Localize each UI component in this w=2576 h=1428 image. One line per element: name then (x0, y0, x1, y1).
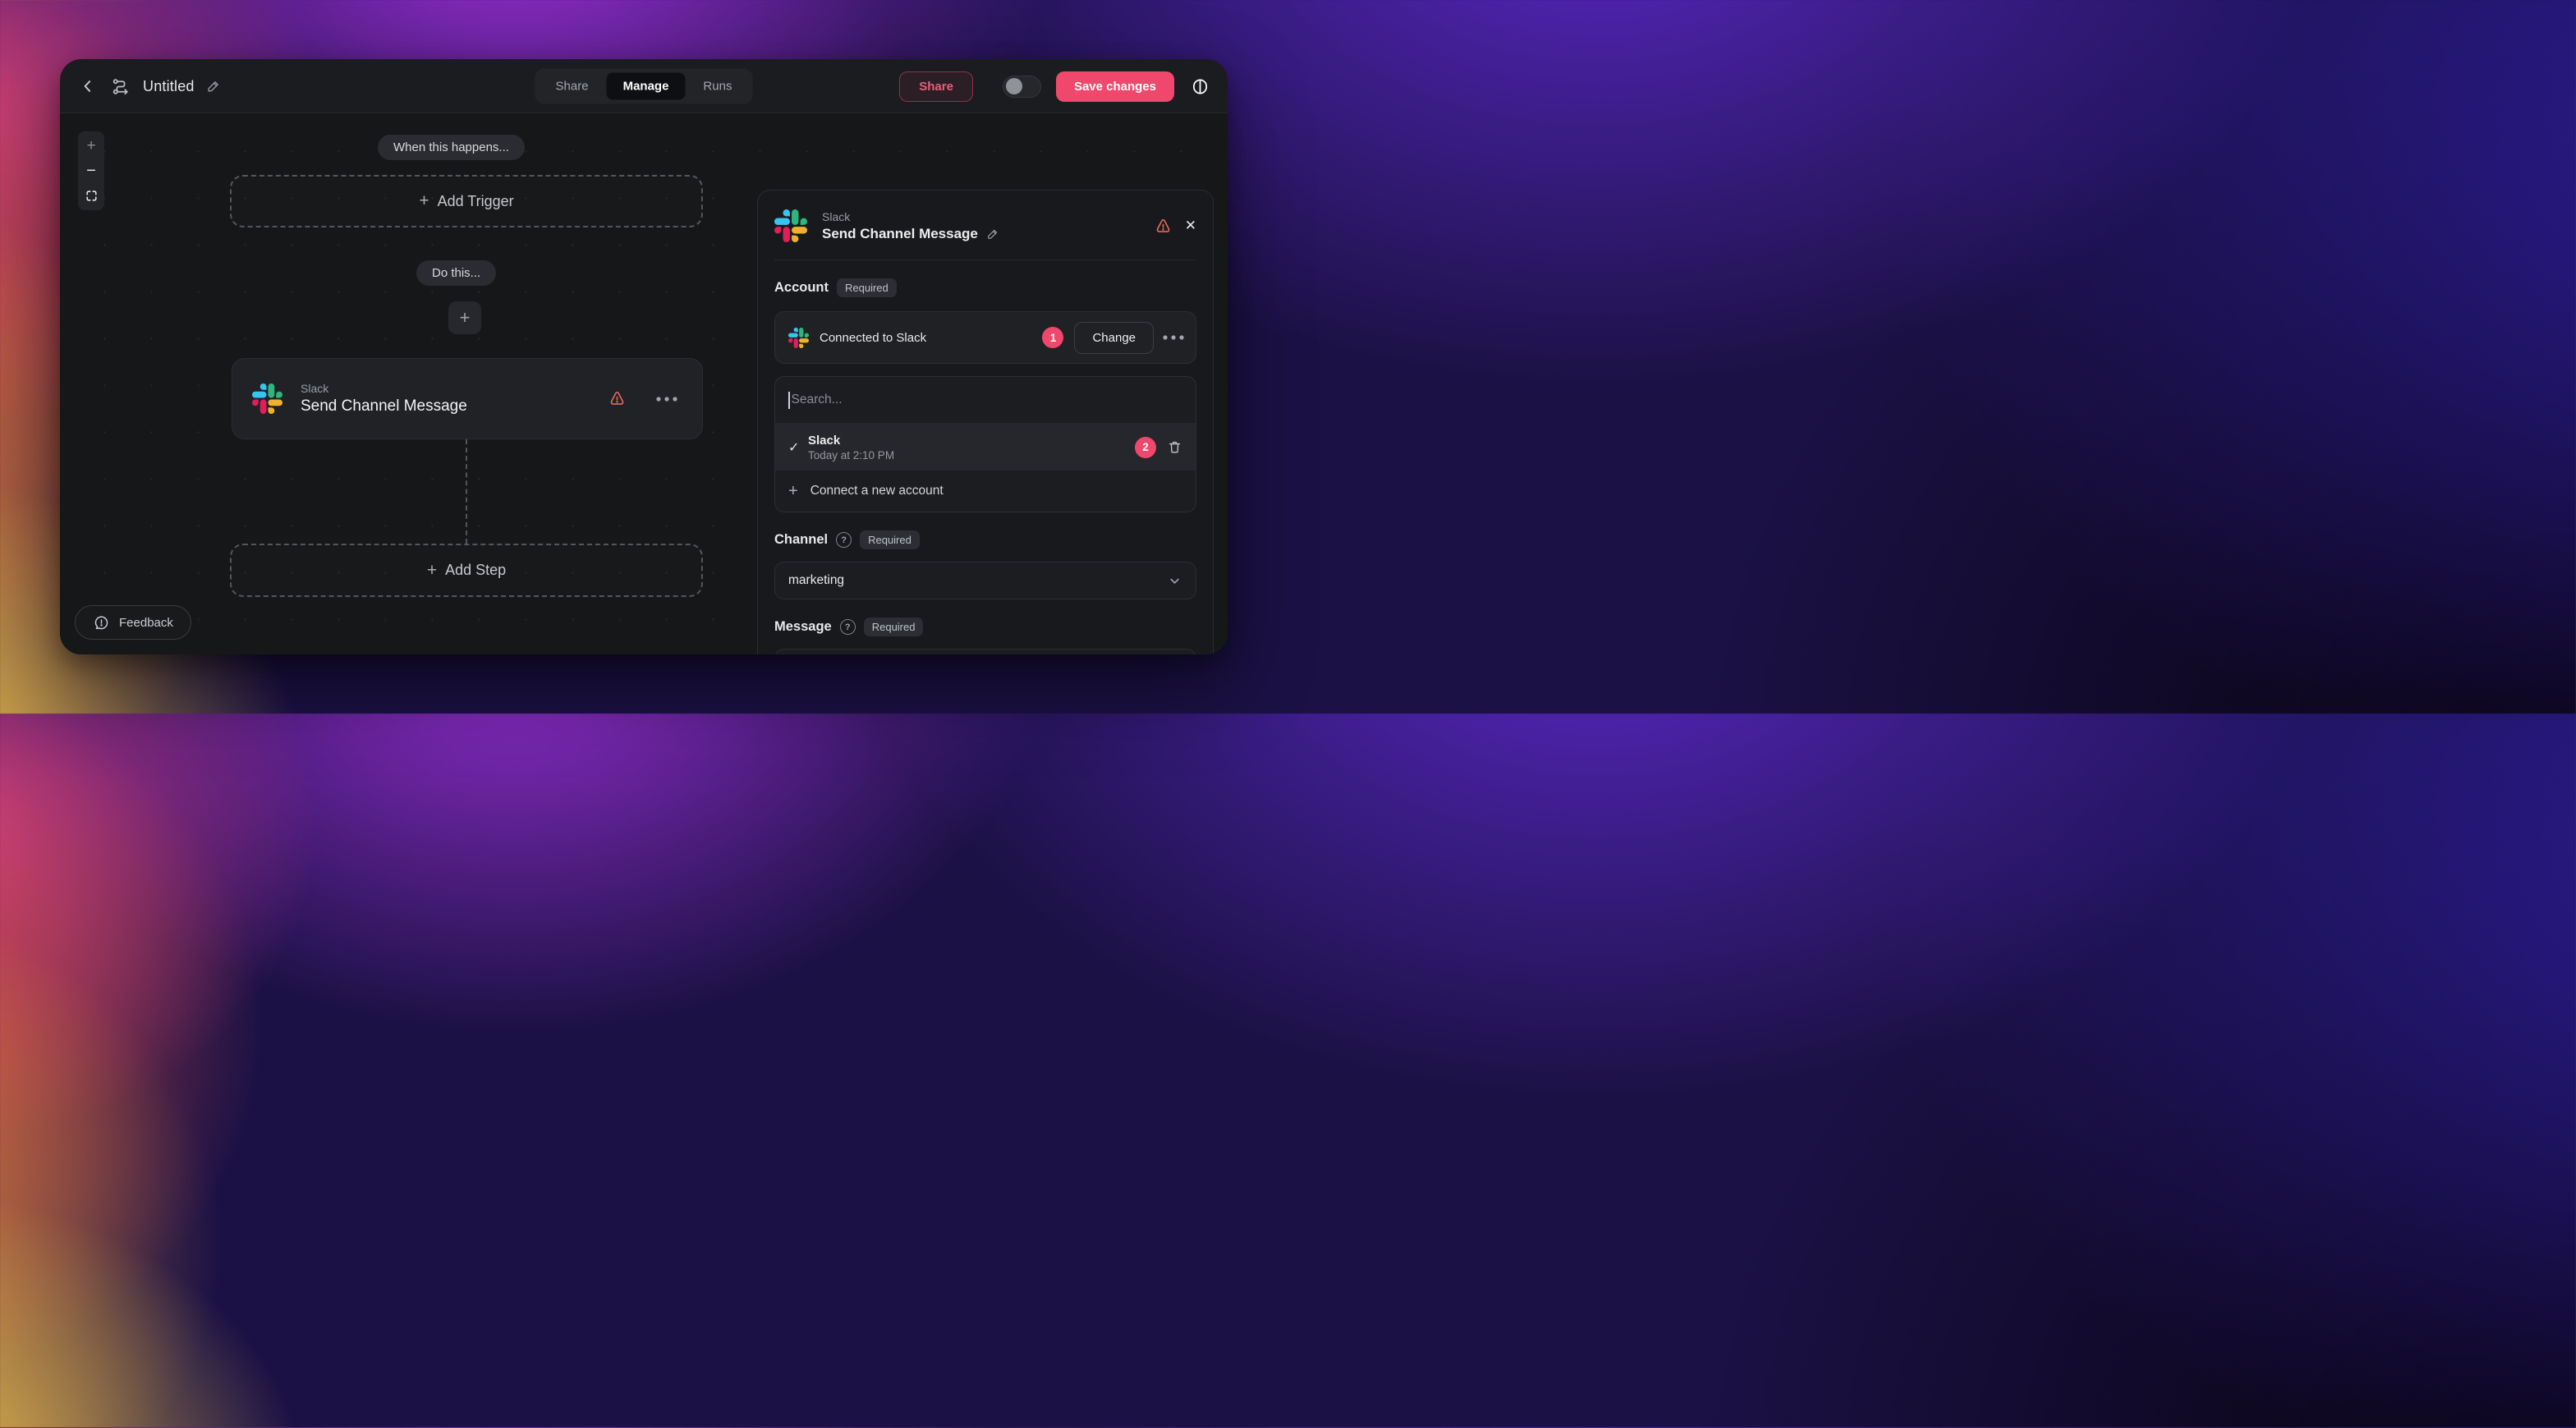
slack-logo-icon (774, 209, 807, 242)
close-panel-button[interactable]: ✕ (1185, 218, 1196, 234)
message-textarea[interactable] (775, 650, 1196, 654)
account-more-options-icon[interactable] (1163, 335, 1184, 340)
zoom-out-button[interactable]: − (78, 158, 104, 183)
step-title: Send Channel Message (301, 397, 467, 415)
message-section-header: Message ? Required (774, 618, 1196, 636)
account-search-row (775, 377, 1196, 423)
slack-logo-icon (252, 383, 282, 414)
tab-manage[interactable]: Manage (606, 72, 686, 99)
account-label: Account (774, 280, 829, 295)
zoom-controls: + − (78, 131, 104, 210)
account-option-meta: Today at 2:10 PM (808, 448, 895, 461)
trigger-hint-pill: When this happens... (378, 135, 525, 160)
document-title: Untitled (143, 77, 195, 94)
required-badge: Required (863, 618, 924, 636)
panel-title: Send Channel Message (822, 225, 978, 241)
slack-logo-icon (788, 327, 809, 348)
panel-app-name: Slack (822, 209, 851, 223)
back-button[interactable] (76, 75, 99, 98)
workflow-icon (111, 76, 131, 97)
rename-pencil-icon[interactable] (206, 79, 221, 94)
connect-new-account-row[interactable]: + Connect a new account (775, 471, 1196, 512)
account-option-slack[interactable]: ✓ Slack Today at 2:10 PM 2 (775, 424, 1196, 471)
fullscreen-icon (85, 190, 97, 201)
panel-warning-icon (1155, 218, 1172, 235)
feedback-label: Feedback (119, 615, 173, 630)
connected-account-text: Connected to Slack (820, 330, 927, 345)
connected-account-card: Connected to Slack 1 Change (774, 311, 1196, 364)
add-step-label: Add Step (445, 562, 507, 578)
message-help-icon[interactable]: ? (839, 619, 856, 635)
check-icon: ✓ (788, 440, 800, 455)
panel-header-texts: Slack Send Channel Message (822, 210, 1155, 242)
workflow-canvas[interactable]: + − When this happens... + Add Trigger D… (60, 113, 1228, 654)
required-badge: Required (860, 530, 920, 549)
top-bar-right: Share Save changes (899, 59, 1210, 113)
tab-share[interactable]: Share (540, 72, 605, 99)
app-window: Untitled Share Manage Runs Share Save ch… (60, 59, 1228, 654)
account-picker-dropdown: ✓ Slack Today at 2:10 PM 2 + Connect a n… (774, 376, 1196, 512)
plus-icon: + (788, 481, 798, 500)
channel-select-value: marketing (788, 573, 845, 587)
channel-select[interactable]: marketing (774, 562, 1196, 599)
message-label: Message (774, 619, 832, 634)
action-hint-pill: Do this... (416, 260, 497, 286)
toggle-knob (1005, 78, 1022, 95)
step-card-texts: Slack Send Channel Message (301, 382, 608, 416)
zoom-in-button[interactable]: + (78, 134, 104, 158)
step-card-slack[interactable]: Slack Send Channel Message (232, 358, 703, 439)
tutorial-step-badge-1: 1 (1042, 327, 1064, 348)
step-app-name: Slack (301, 382, 329, 395)
message-field-wrap (774, 649, 1196, 654)
plus-icon: + (426, 560, 438, 580)
feedback-button[interactable]: Feedback (75, 605, 191, 640)
channel-label: Channel (774, 532, 829, 547)
step-more-options-icon[interactable] (656, 396, 677, 402)
delete-account-icon[interactable] (1167, 439, 1182, 455)
account-search-input[interactable] (789, 392, 1182, 408)
theme-contrast-icon[interactable] (1191, 77, 1210, 96)
chevron-left-icon (84, 80, 91, 92)
required-badge: Required (837, 278, 897, 297)
tab-runs[interactable]: Runs (686, 72, 748, 99)
channel-help-icon[interactable]: ? (836, 532, 852, 548)
edit-title-pencil-icon[interactable] (986, 227, 999, 241)
account-section-header: Account Required (774, 278, 1196, 297)
enable-toggle[interactable] (1002, 75, 1041, 98)
top-bar: Untitled Share Manage Runs Share Save ch… (60, 59, 1228, 113)
step-warning-icon (608, 390, 626, 407)
add-trigger-label: Add Trigger (437, 192, 514, 209)
channel-section-header: Channel ? Required (774, 530, 1196, 549)
account-option-texts: Slack Today at 2:10 PM (808, 434, 1135, 461)
add-step-box[interactable]: + Add Step (230, 544, 703, 597)
panel-header: Slack Send Channel Message ✕ (774, 191, 1196, 260)
account-option-name: Slack (808, 433, 841, 448)
fit-view-button[interactable] (78, 183, 104, 208)
tutorial-step-badge-2: 2 (1135, 436, 1156, 458)
step-connector-line (466, 439, 467, 544)
share-button[interactable]: Share (899, 71, 973, 102)
top-bar-left: Untitled (76, 59, 221, 113)
add-trigger-box[interactable]: + Add Trigger (230, 175, 703, 227)
connect-new-account-label: Connect a new account (810, 484, 944, 498)
plus-icon: + (419, 191, 429, 210)
insert-step-button[interactable]: + (448, 301, 481, 334)
save-changes-button[interactable]: Save changes (1055, 71, 1174, 102)
view-switcher: Share Manage Runs (535, 68, 753, 103)
feedback-bubble-icon (94, 615, 108, 629)
chevron-down-icon (1170, 578, 1179, 584)
change-account-button[interactable]: Change (1074, 321, 1154, 354)
step-config-panel: Slack Send Channel Message ✕ Account Req… (757, 190, 1214, 654)
